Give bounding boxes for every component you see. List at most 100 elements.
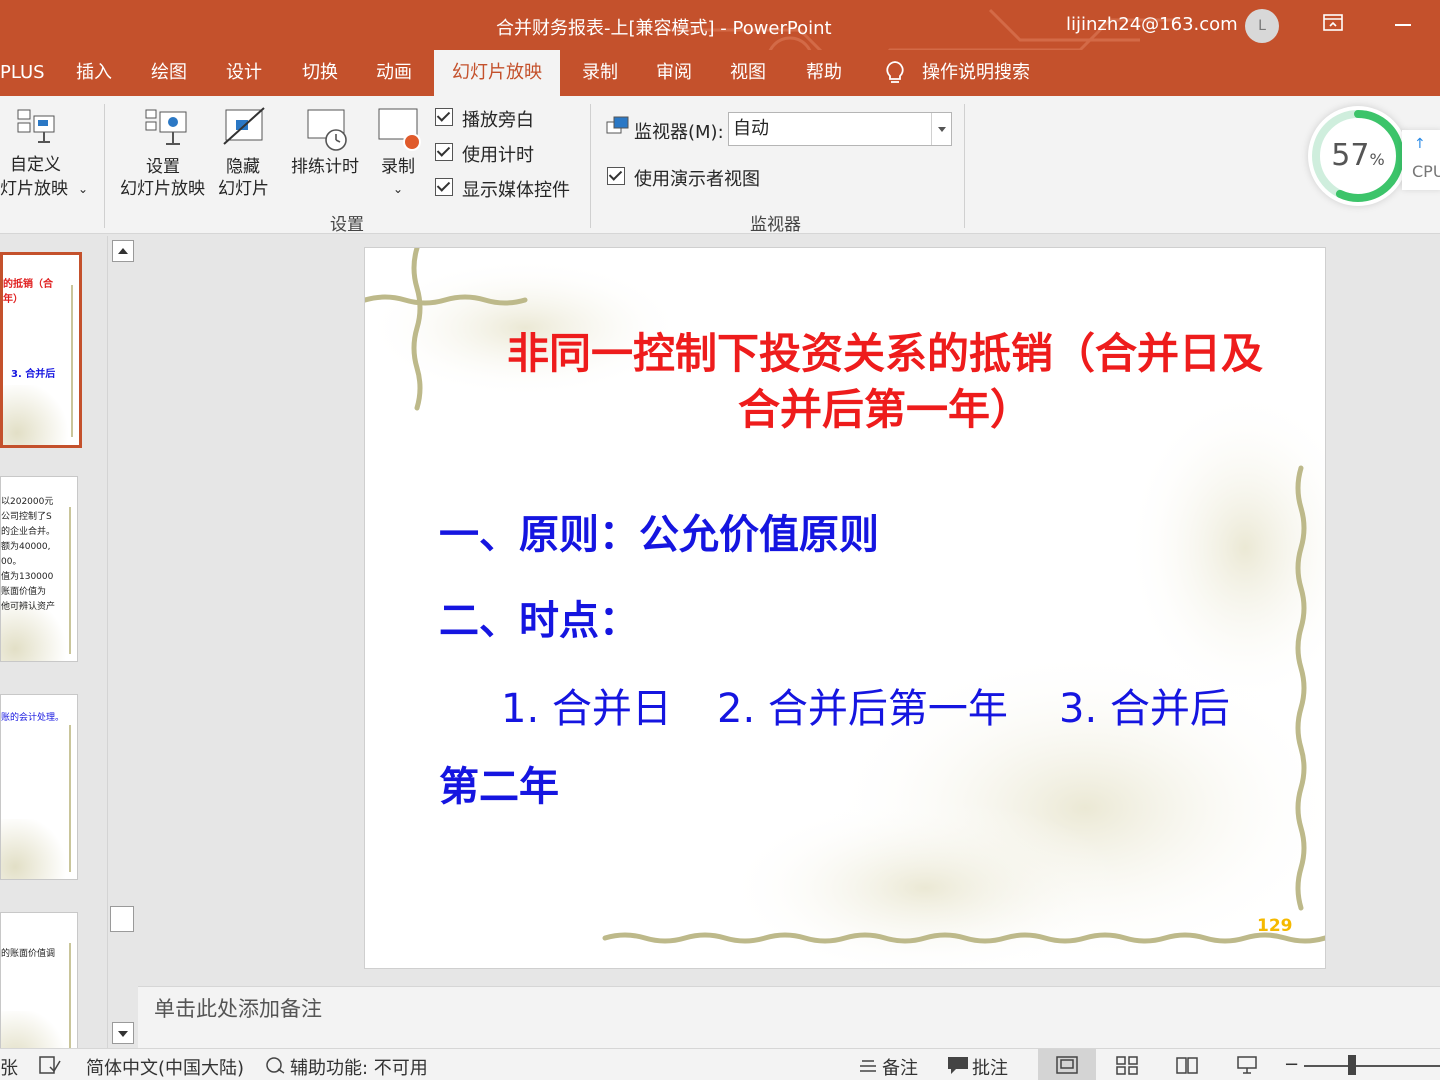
reading-view-icon — [1176, 1057, 1198, 1074]
thumbnail-decoration — [67, 943, 71, 1048]
scroll-down-button[interactable] — [112, 1022, 134, 1044]
thumbnail-decoration — [67, 725, 71, 873]
thumbnail-text: 的账面价值调 — [1, 949, 56, 959]
tab-transitions[interactable]: 切换 — [302, 50, 338, 96]
hide-slide-button[interactable]: 幻灯片 — [218, 178, 269, 200]
record-button[interactable]: 录制 — [381, 156, 415, 178]
rehearse-timings-button[interactable]: 排练计时 — [291, 156, 359, 178]
tab-animations[interactable]: 动画 — [376, 50, 412, 96]
slide-title[interactable]: 非同一控制下投资关系的抵销（合并日及合并后第一年） — [505, 326, 1265, 438]
custom-slideshow-icon[interactable] — [14, 106, 58, 150]
normal-view-button[interactable] — [1038, 1049, 1096, 1080]
thumbnail-text: 公司控制了S — [1, 512, 52, 522]
thumbnail-slide[interactable]: 以202000元 公司控制了S 的企业合并。 额为40000, 00。 值为13… — [0, 476, 78, 662]
accessibility-icon[interactable] — [264, 1055, 288, 1075]
status-bar: 张 简体中文(中国大陆) 辅助功能: 不可用 备注 批注 − — [0, 1048, 1440, 1080]
thumbnail-text: 额为40000, — [1, 542, 51, 552]
thumbnail-text: 年） — [3, 294, 23, 305]
slide-item-2[interactable]: 2. 合并后第一年 — [717, 676, 1008, 734]
slide-item-1[interactable]: 1. 合并日 — [501, 676, 672, 734]
slideshow-view-button[interactable] — [1218, 1049, 1276, 1080]
thumbnail-slide[interactable]: 账的会计处理。 — [0, 694, 78, 880]
thumbnail-slide[interactable]: 的账面价值调 — [0, 912, 78, 1048]
slide-bullet-timepoint[interactable]: 二、时点： — [439, 588, 639, 646]
zoom-slider-thumb[interactable] — [1348, 1055, 1356, 1075]
thumbnail-decoration — [1, 1011, 71, 1048]
tab-record[interactable]: 录制 — [582, 50, 618, 96]
window-title: 合并财务报表-上[兼容模式] - PowerPoint — [496, 18, 832, 39]
slideshow-view-icon — [1237, 1056, 1257, 1074]
thumbnail-decoration — [1, 819, 71, 879]
thumbnail-text: 他可辨认资产 — [1, 602, 56, 612]
title-bar: 合并财务报表-上[兼容模式] - PowerPoint lijinzh24@16… — [0, 0, 1440, 50]
setup-slideshow-icon[interactable] — [144, 106, 190, 150]
narration-label[interactable]: 播放旁白 — [462, 106, 534, 132]
notes-button[interactable]: 备注 — [882, 1054, 918, 1080]
cpu-gauge[interactable]: 57% — [1308, 106, 1408, 206]
account-email[interactable]: lijinzh24@163.com — [1066, 14, 1238, 35]
narration-checkbox[interactable] — [435, 108, 453, 126]
hide-slide-icon[interactable] — [222, 106, 268, 150]
monitor-icon — [606, 116, 629, 134]
tab-draw[interactable]: 绘图 — [151, 50, 187, 96]
cpu-side-panel[interactable]: ↑ CPU — [1402, 130, 1440, 190]
thumbnail-text: 账面价值为 — [1, 587, 47, 597]
scroll-thumb[interactable] — [110, 906, 134, 932]
spellcheck-icon[interactable] — [38, 1055, 62, 1075]
comment-icon[interactable] — [946, 1055, 970, 1075]
setup-show-button[interactable]: 幻灯片放映 — [120, 178, 205, 200]
slide-canvas[interactable]: 非同一控制下投资关系的抵销（合并日及合并后第一年） 一、原则：公允价值原则 二、… — [364, 247, 1326, 969]
language-indicator[interactable]: 简体中文(中国大陆) — [86, 1054, 244, 1080]
reading-view-button[interactable] — [1158, 1049, 1216, 1080]
monitor-label: 监视器(M): — [634, 122, 724, 143]
thumbnail-text: 账的会计处理。 — [1, 713, 65, 723]
presenter-view-label[interactable]: 使用演示者视图 — [634, 165, 760, 191]
slide-item-3-continued[interactable]: 第二年 — [439, 754, 559, 812]
normal-view-icon — [1056, 1056, 1078, 1074]
slide-bullet-principle[interactable]: 一、原则：公允价值原则 — [439, 502, 879, 560]
minimize-icon[interactable] — [1395, 24, 1411, 26]
separator — [590, 104, 591, 228]
tell-me-search[interactable]: 操作说明搜索 — [922, 50, 1030, 96]
notes-pane[interactable]: 单击此处添加备注 — [138, 986, 1440, 1048]
thumbnail-decoration — [69, 285, 73, 437]
tab-design[interactable]: 设计 — [226, 50, 262, 96]
scroll-up-button[interactable] — [112, 240, 134, 262]
chevron-down-icon[interactable]: ⌄ — [393, 178, 403, 200]
zoom-out-button[interactable]: − — [1284, 1054, 1299, 1075]
tab-help[interactable]: 帮助 — [806, 50, 842, 96]
chevron-down-icon[interactable]: ⌄ — [78, 178, 88, 200]
accessibility-status[interactable]: 辅助功能: 不可用 — [290, 1054, 428, 1080]
timings-checkbox[interactable] — [435, 143, 453, 161]
timings-label[interactable]: 使用计时 — [462, 141, 534, 167]
presenter-view-checkbox[interactable] — [607, 167, 625, 185]
slide-item-3[interactable]: 3. 合并后 — [1059, 676, 1230, 734]
thumbnail-text: 00。 — [1, 557, 22, 567]
tab-review[interactable]: 审阅 — [656, 50, 692, 96]
notes-icon[interactable] — [858, 1055, 878, 1075]
group-label-monitor: 监视器 — [750, 215, 801, 235]
hide-slide-label-1: 隐藏 — [226, 157, 260, 177]
slide-sorter-button[interactable] — [1098, 1049, 1156, 1080]
tab-insert[interactable]: 插入 — [76, 50, 112, 96]
thumbnail-scrollbar[interactable] — [107, 236, 135, 1048]
monitor-select[interactable]: 自动 — [728, 112, 952, 146]
tab-slideshow[interactable]: 幻灯片放映 — [434, 50, 560, 96]
comments-button[interactable]: 批注 — [972, 1054, 1008, 1080]
ribbon-display-options-icon[interactable] — [1322, 12, 1344, 34]
avatar[interactable]: L — [1245, 9, 1279, 43]
record-icon[interactable] — [376, 106, 424, 154]
chevron-down-icon[interactable] — [931, 113, 951, 145]
tab-plus[interactable]: PLUS — [0, 50, 45, 96]
slide-sorter-icon — [1116, 1056, 1138, 1075]
slide-thumbnails-panel: 的抵销（合 年） 3. 合并后 以202000元 公司控制了S 的企业合并。 额… — [0, 236, 108, 1048]
ribbon-tabs: PLUS 插入 绘图 设计 切换 动画 幻灯片放映 录制 审阅 视图 帮助 操作… — [0, 50, 1440, 96]
media-controls-checkbox[interactable] — [435, 178, 453, 196]
rehearse-timings-icon[interactable] — [304, 106, 352, 154]
thumbnail-slide[interactable]: 的抵销（合 年） 3. 合并后 — [0, 252, 82, 448]
zoom-slider[interactable] — [1304, 1065, 1440, 1067]
notes-placeholder[interactable]: 单击此处添加备注 — [154, 993, 322, 1023]
media-controls-label[interactable]: 显示媒体控件 — [462, 176, 570, 202]
custom-show-label-2[interactable]: 灯片放映 — [0, 178, 68, 200]
tab-view[interactable]: 视图 — [730, 50, 766, 96]
